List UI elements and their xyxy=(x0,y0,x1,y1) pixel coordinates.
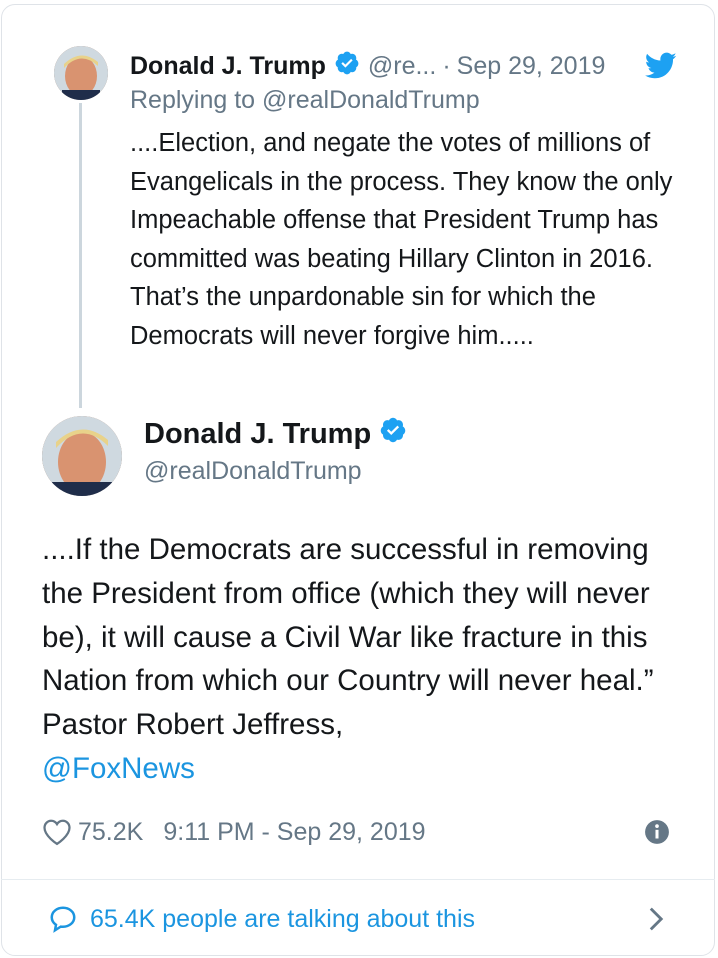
speech-bubble-icon xyxy=(48,904,78,934)
info-icon[interactable] xyxy=(644,819,670,845)
main-tweet-text: ....If the Democrats are successful in r… xyxy=(42,528,692,791)
avatar-image xyxy=(54,46,108,100)
main-tweet-body: ....If the Democrats are successful in r… xyxy=(42,533,654,742)
verified-badge-icon xyxy=(334,50,360,83)
main-author-name[interactable]: Donald J. Trump xyxy=(144,418,371,451)
reply-tweet-text: ....Election, and negate the votes of mi… xyxy=(130,129,673,350)
reply-avatar[interactable] xyxy=(54,46,108,100)
thread-connector-line xyxy=(79,103,82,408)
tweet-meta-row: 75.2K 9:11 PM - Sep 29, 2019 xyxy=(42,812,674,852)
tweet-timestamp[interactable]: 9:11 PM - Sep 29, 2019 xyxy=(163,818,425,847)
mention-link[interactable]: @FoxNews xyxy=(42,747,692,791)
footer-divider xyxy=(1,879,715,880)
main-handle[interactable]: @realDonaldTrump xyxy=(144,457,362,486)
main-author-row: Donald J. Trump xyxy=(144,416,407,452)
talking-count-label: 65.4K people are talking about this xyxy=(90,904,475,933)
likes-count[interactable]: 75.2K xyxy=(78,818,143,847)
verified-badge-icon xyxy=(379,416,407,452)
reply-header: Donald J. Trump @re... · Sep 29, 2019 xyxy=(130,48,605,84)
heart-icon[interactable] xyxy=(42,818,72,846)
avatar-image xyxy=(42,416,122,496)
separator-dot: · xyxy=(442,51,451,80)
main-avatar[interactable] xyxy=(42,416,122,496)
replying-to-label[interactable]: Replying to @realDonaldTrump xyxy=(130,86,480,115)
reply-author-name[interactable]: Donald J. Trump xyxy=(130,52,326,81)
reply-handle[interactable]: @re... xyxy=(368,52,436,81)
conversation-link[interactable]: 65.4K people are talking about this xyxy=(48,898,670,940)
chevron-right-icon xyxy=(646,906,666,932)
twitter-bird-icon[interactable] xyxy=(644,52,677,80)
reply-date[interactable]: Sep 29, 2019 xyxy=(457,52,606,81)
